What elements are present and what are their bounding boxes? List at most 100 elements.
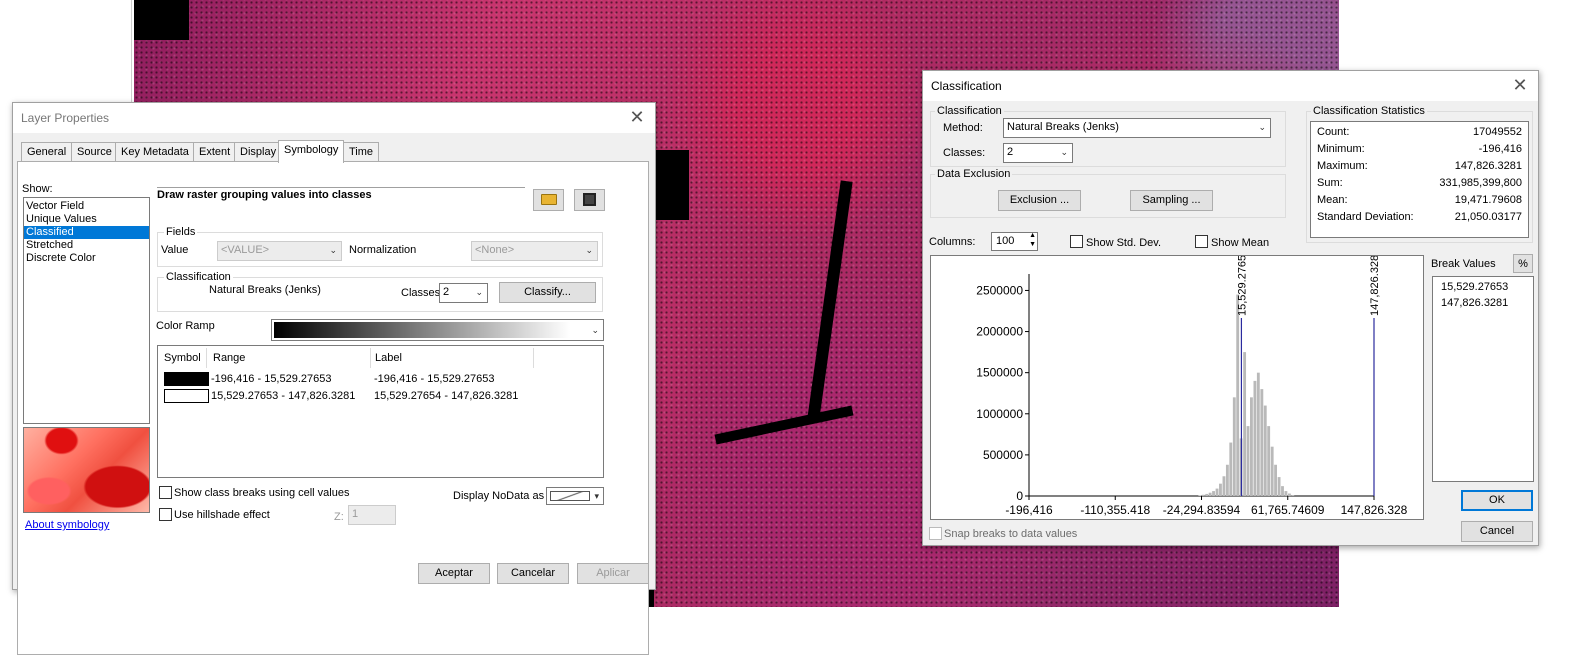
class-range[interactable]: 15,529.27653 - 147,826.3281	[211, 390, 355, 402]
stepper-down-icon[interactable]: ▼	[1029, 241, 1036, 248]
class-table[interactable]: Symbol Range Label -196,416 - 15,529.276…	[157, 345, 604, 478]
histogram-bar	[1267, 426, 1271, 496]
renderer-item-vector-field[interactable]: Vector Field	[24, 200, 149, 213]
cancelar-button[interactable]: Cancelar	[497, 563, 569, 584]
save-disk-icon	[583, 193, 596, 206]
show-class-breaks-checkbox[interactable]	[159, 486, 172, 499]
renderer-item-classified[interactable]: Classified	[24, 226, 149, 239]
ok-button[interactable]: OK	[1461, 490, 1533, 511]
classes-label: Classes:	[943, 147, 986, 159]
stepper-up-icon[interactable]: ▲	[1029, 232, 1036, 239]
histogram-bar	[1222, 476, 1226, 496]
tab-display[interactable]: Display	[234, 142, 283, 162]
stat-key: Mean:	[1317, 194, 1348, 206]
histogram-bar	[1256, 372, 1260, 496]
histogram-bar	[1260, 389, 1264, 496]
class-symbol-swatch[interactable]	[164, 389, 209, 403]
classify-button[interactable]: Classify...	[499, 282, 596, 303]
use-hillshade-checkbox[interactable]	[159, 508, 172, 521]
table-row[interactable]: 15,529.27653 - 147,826.3281 15,529.27654…	[164, 389, 594, 404]
x-tick-label: 147,826.328	[1341, 503, 1408, 517]
nodata-color-swatch	[550, 491, 590, 501]
value-field-combo: <VALUE> ⌄	[217, 241, 342, 261]
z-factor-input: 1	[348, 505, 396, 525]
columns-label: Columns:	[929, 236, 976, 248]
histogram-bar	[1236, 294, 1240, 496]
break-values-list[interactable]: 15,529.27653 147,826.3281	[1432, 276, 1534, 482]
exclusion-button[interactable]: Exclusion ...	[998, 190, 1081, 211]
stat-value: -196,416	[1478, 143, 1522, 155]
show-std-dev-checkbox[interactable]	[1070, 235, 1083, 248]
normalization-text: <None>	[475, 244, 515, 256]
histogram-bar	[1263, 405, 1267, 496]
renderer-item-stretched[interactable]: Stretched	[24, 239, 149, 252]
histogram-bar	[1208, 492, 1212, 496]
tab-symbology[interactable]: Symbology	[278, 140, 345, 163]
method-combo[interactable]: Natural Breaks (Jenks) ⌄	[1003, 118, 1271, 138]
column-divider	[370, 348, 371, 368]
break-value-item[interactable]: 15,529.27653	[1439, 281, 1527, 297]
color-ramp-combo[interactable]: ⌄	[271, 319, 604, 341]
class-range[interactable]: -196,416 - 15,529.27653	[211, 373, 332, 385]
histogram-bar	[1205, 493, 1209, 496]
column-header-range[interactable]: Range	[213, 352, 245, 364]
chevron-down-icon: ▾	[594, 491, 599, 501]
method-combo-value: Natural Breaks (Jenks)	[1007, 121, 1119, 133]
renderer-item-unique-values[interactable]: Unique Values	[24, 213, 149, 226]
histogram-chart[interactable]: 0 500000 1000000 1500000 2000000 2500000 -196,…	[931, 256, 1423, 519]
stat-key: Standard Deviation:	[1317, 211, 1414, 223]
about-symbology-link[interactable]: About symbology	[25, 519, 109, 531]
stat-row: Sum: 331,985,399,800	[1317, 177, 1522, 193]
statistics-box: Count: 17049552 Minimum: -196,416 Maximum:…	[1310, 121, 1529, 238]
nodata-color-picker[interactable]: ▾	[546, 487, 604, 505]
dialog-title: Layer Properties	[21, 111, 110, 125]
show-mean-checkbox[interactable]	[1195, 235, 1208, 248]
save-layer-button[interactable]	[574, 189, 605, 211]
folder-icon	[540, 194, 557, 205]
break-line-label: 147,826.3281	[1369, 256, 1381, 316]
columns-stepper[interactable]: 100 ▲ ▼	[991, 232, 1038, 251]
close-icon[interactable]: ✕	[1510, 75, 1530, 95]
tab-source[interactable]: Source	[71, 142, 118, 162]
percent-button[interactable]: %	[1513, 254, 1533, 273]
aceptar-button[interactable]: Aceptar	[418, 563, 490, 584]
data-exclusion-group: Data Exclusion	[930, 168, 1286, 218]
histogram-bar	[1250, 397, 1253, 496]
class-symbol-swatch[interactable]	[164, 372, 209, 386]
cancel-button[interactable]: Cancel	[1461, 521, 1533, 542]
classes-combo[interactable]: 2 ⌄	[1003, 143, 1073, 163]
class-label[interactable]: 15,529.27654 - 147,826.3281	[374, 390, 518, 402]
column-header-symbol[interactable]: Symbol	[164, 352, 201, 364]
renderer-list[interactable]: Vector Field Unique Values Classified St…	[23, 197, 150, 424]
class-label[interactable]: -196,416 - 15,529.27653	[374, 373, 495, 385]
tab-general[interactable]: General	[21, 142, 73, 162]
column-header-label[interactable]: Label	[375, 352, 402, 364]
close-icon[interactable]: ✕	[627, 107, 647, 127]
table-row[interactable]: -196,416 - 15,529.27653 -196,416 - 15,52…	[164, 372, 594, 387]
show-label: Show:	[22, 183, 53, 195]
tab-extent[interactable]: Extent	[193, 142, 237, 162]
tab-key-metadata[interactable]: Key Metadata	[115, 142, 195, 162]
histogram-bar	[1291, 495, 1295, 496]
show-std-dev-label: Show Std. Dev.	[1086, 237, 1161, 249]
dialog-title: Classification	[931, 79, 1002, 93]
histogram-panel[interactable]: 0 500000 1000000 1500000 2000000 2500000 -196,…	[930, 255, 1424, 520]
open-folder-button[interactable]	[533, 189, 564, 211]
renderer-item-discrete-color[interactable]: Discrete Color	[24, 252, 149, 265]
stat-row: Standard Deviation: 21,050.03177	[1317, 211, 1522, 227]
break-value-item[interactable]: 147,826.3281	[1439, 297, 1527, 313]
histogram-bar	[1198, 495, 1202, 496]
value-label: Value	[161, 244, 189, 256]
tab-time[interactable]: Time	[343, 142, 380, 162]
classes-combo[interactable]: 2 ⌄	[439, 283, 488, 303]
show-class-breaks-label: Show class breaks using cell values	[174, 487, 350, 499]
aplicar-button: Aplicar	[577, 563, 649, 584]
histogram-bar	[1253, 380, 1257, 496]
y-tick-label: 2000000	[976, 325, 1023, 339]
y-tick-label: 0	[1016, 489, 1023, 503]
histogram-bar	[1232, 397, 1236, 496]
y-tick-label: 500000	[983, 448, 1023, 462]
x-tick-label: -24,294.83594	[1163, 503, 1241, 517]
break-line-label: 15,529.27653	[1236, 256, 1248, 316]
sampling-button[interactable]: Sampling ...	[1130, 190, 1213, 211]
